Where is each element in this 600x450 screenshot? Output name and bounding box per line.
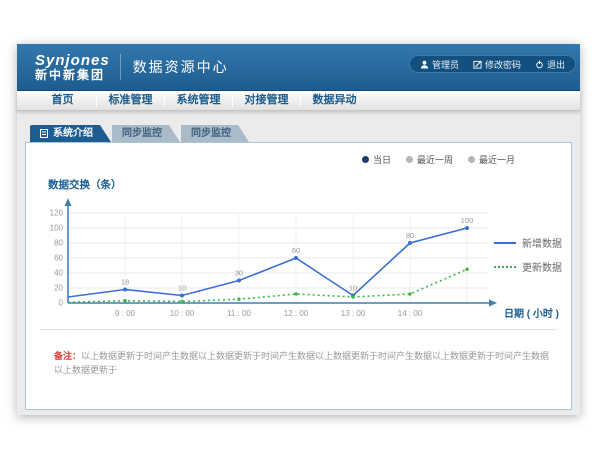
y-axis-title: 数据交换（条） (48, 177, 122, 192)
content-panel: 当日 最近一周 最近一月 数据交换（条） 0 20 40 60 80 100 120 9 : 00… (25, 142, 572, 410)
radio-icon (362, 156, 369, 163)
footnote-label: 备注： (54, 351, 81, 361)
x-tick-label: 9 : 00 (115, 309, 136, 318)
data-point-label: 18 (121, 278, 129, 287)
user-menu[interactable]: 管理员 (420, 58, 459, 71)
content-zone: 系统介绍 同步监控 同步监控 当日 最近一周 最近一月 数据交换（条） 0 20 40 60 8… (17, 111, 580, 410)
user-icon (420, 60, 429, 69)
user-name-label: 管理员 (432, 58, 459, 71)
legend-label: 新增数据 (522, 235, 562, 250)
app-window: Synjones 新中新集团 数据资源中心 管理员 修改密码 (17, 44, 580, 415)
tab-label: 系统介绍 (53, 125, 93, 142)
time-filter-group: 当日 最近一周 最近一月 (362, 153, 515, 166)
change-password-label: 修改密码 (485, 58, 521, 71)
data-point (351, 295, 354, 298)
x-tick-label: 14 : 00 (398, 309, 423, 318)
nav-item-2[interactable]: 标准管理 (97, 91, 164, 110)
data-point (237, 298, 240, 301)
radio-icon (406, 156, 413, 163)
power-icon (535, 60, 544, 69)
filter-label: 当日 (373, 153, 391, 166)
x-axis-arrow-icon (489, 300, 497, 307)
data-point (180, 300, 183, 303)
tab-2[interactable]: 同步监控 (112, 125, 180, 142)
nav-item-3[interactable]: 系统管理 (165, 91, 232, 110)
y-tick-label: 100 (50, 224, 64, 233)
legend-line-sample (494, 266, 516, 268)
data-point (408, 241, 412, 245)
x-tick-label: 12 : 00 (284, 309, 309, 318)
y-tick-label: 120 (50, 209, 64, 218)
filter-radio-3[interactable]: 最近一月 (468, 153, 515, 166)
legend-line-sample (494, 242, 516, 244)
logout-button[interactable]: 退出 (535, 58, 565, 71)
nav-item-5[interactable]: 数据异动 (301, 91, 368, 110)
user-toolbar: 管理员 修改密码 退出 (409, 55, 576, 73)
data-point (465, 268, 468, 271)
y-tick-label: 80 (54, 239, 63, 248)
data-point-label: 80 (406, 231, 414, 240)
data-point (465, 226, 469, 230)
data-point (294, 256, 298, 260)
data-point (408, 292, 411, 295)
tab-label: 同步监控 (122, 125, 162, 142)
legend-label: 更新数据 (522, 259, 562, 274)
edit-icon (473, 60, 482, 69)
page-title: 数据资源中心 (133, 57, 229, 77)
footnote: 备注：以上数据更新于时间产生数据以上数据更新于时间产生数据以上数据更新于时间产生… (54, 350, 553, 377)
x-tick-label: 11 : 00 (227, 309, 251, 318)
main-nav: 首页标准管理系统管理对接管理数据异动 (17, 91, 580, 111)
filter-radio-1[interactable]: 当日 (362, 153, 391, 166)
brand-logo-en: Synjones (35, 53, 110, 69)
footnote-text: 以上数据更新于时间产生数据以上数据更新于时间产生数据以上数据更新于时间产生数据以… (54, 351, 549, 375)
x-tick-label: 13 : 00 (341, 309, 366, 318)
data-point (237, 279, 241, 283)
data-point-label: 60 (292, 246, 300, 255)
filter-radio-2[interactable]: 最近一周 (406, 153, 453, 166)
chart-legend: 新增数据更新数据 (494, 235, 562, 283)
tab-label: 同步监控 (191, 125, 231, 142)
y-tick-label: 60 (54, 254, 63, 263)
filter-label: 最近一周 (417, 153, 453, 166)
nav-item-1[interactable]: 首页 (29, 91, 96, 110)
filter-label: 最近一月 (479, 153, 515, 166)
data-point-label: 30 (235, 269, 243, 278)
data-point-label: 10 (178, 284, 186, 293)
logout-label: 退出 (547, 58, 565, 71)
y-tick-label: 40 (54, 269, 63, 278)
x-tick-label: 10 : 00 (170, 309, 195, 318)
brand-logo-cn: 新中新集团 (35, 69, 110, 82)
app-header: Synjones 新中新集团 数据资源中心 管理员 修改密码 (17, 44, 580, 91)
header-divider (120, 54, 121, 80)
data-point (294, 292, 297, 295)
panel-divider (40, 329, 557, 330)
brand-logo: Synjones 新中新集团 (17, 53, 110, 81)
data-point (123, 299, 126, 302)
x-axis-title: 日期 ( 小时 ) (504, 307, 559, 320)
data-point (180, 294, 184, 298)
y-tick-label: 0 (59, 299, 64, 308)
y-axis-arrow-icon (65, 198, 72, 206)
data-point (123, 288, 127, 292)
tab-3[interactable]: 同步监控 (181, 125, 249, 142)
page: Synjones 新中新集团 数据资源中心 管理员 修改密码 (0, 0, 600, 450)
nav-item-4[interactable]: 对接管理 (233, 91, 300, 110)
data-point-label: 10 (349, 284, 357, 293)
legend-item-2: 更新数据 (494, 259, 562, 274)
radio-icon (468, 156, 475, 163)
tab-bar: 系统介绍 同步监控 同步监控 (30, 125, 580, 142)
y-tick-label: 20 (54, 284, 63, 293)
legend-item-1: 新增数据 (494, 235, 562, 250)
document-icon (40, 129, 48, 138)
data-point-label: 100 (461, 216, 474, 225)
change-password-button[interactable]: 修改密码 (473, 58, 521, 71)
tab-1[interactable]: 系统介绍 (30, 125, 111, 142)
